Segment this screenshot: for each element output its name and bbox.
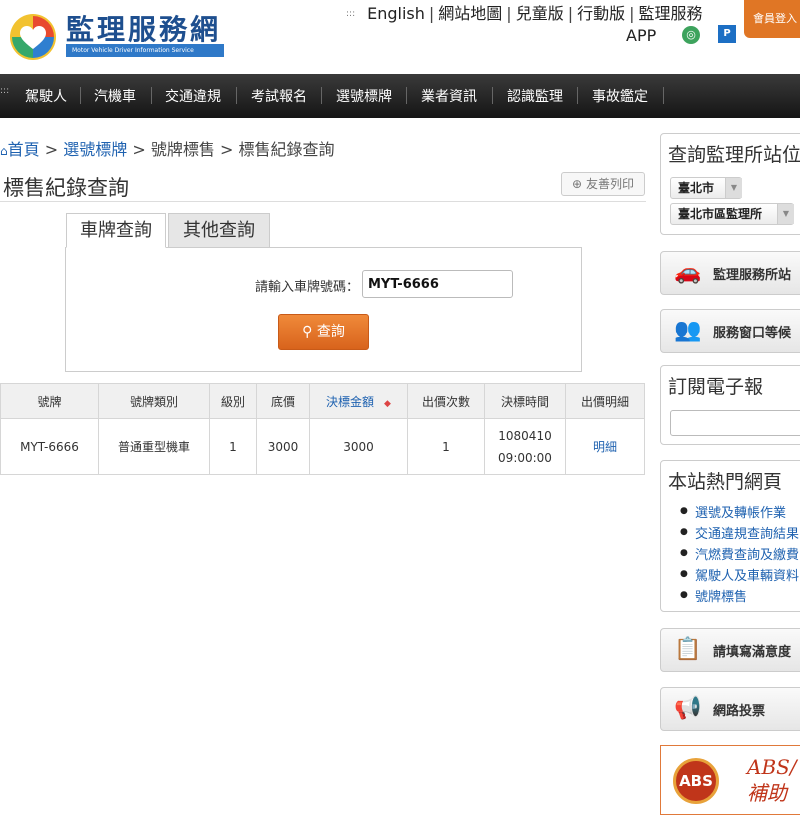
nav-item-drivers[interactable]: 駕駛人: [25, 86, 67, 106]
plate-number-input[interactable]: [362, 270, 513, 298]
print-icon: ⊕: [572, 177, 583, 191]
car-icon: 🚗: [674, 260, 702, 285]
cell-base-price: 3000: [256, 418, 310, 475]
cell-bid-count: 1: [407, 418, 485, 475]
hot-link-item[interactable]: 號牌標售: [680, 586, 799, 607]
col-bid-count: 出價次數: [407, 383, 485, 419]
cell-level: 1: [209, 418, 257, 475]
page-title: 標售紀錄查詢: [3, 176, 129, 200]
app-link[interactable]: APP: [626, 26, 656, 45]
col-winning-bid[interactable]: 決標金額 ◆: [309, 383, 408, 419]
service-station-button[interactable]: 🚗 監理服務所站: [660, 251, 800, 295]
nav-item-business[interactable]: 業者資訊: [421, 86, 477, 106]
abs-subsidy-banner[interactable]: ABS ABS/ 補助: [660, 745, 800, 815]
sort-icon[interactable]: ◆: [384, 399, 391, 409]
nav-item-exam[interactable]: 考試報名: [251, 86, 307, 106]
hot-link-item[interactable]: 汽燃費查詢及繳費: [680, 544, 799, 565]
home-icon[interactable]: ⌂: [0, 144, 8, 158]
nav-grip-icon: :::: [0, 86, 10, 96]
megaphone-icon: 📢: [674, 696, 702, 721]
abs-banner-text: ABS/ 補助: [747, 755, 797, 805]
member-login-button[interactable]: 會員登入: [744, 0, 800, 38]
site-header: 監理服務網 Motor Vehicle Driver Information S…: [0, 0, 800, 74]
cell-award-time: 1080410 09:00:00: [484, 418, 566, 475]
table-header-row: 號牌 號牌類別 級別 底價 決標金額 ◆ 出價次數 決標時間 出價明細: [0, 383, 645, 419]
nav-item-violations[interactable]: 交通違規: [165, 86, 221, 106]
py-pay-icon[interactable]: P: [718, 25, 736, 43]
toplinks-grip-icon: :::: [346, 9, 356, 19]
breadcrumb-home[interactable]: 首頁: [8, 140, 40, 159]
sitemap-link[interactable]: 網站地圖: [438, 4, 502, 23]
cell-detail: 明細: [565, 418, 645, 475]
col-base-price: 底價: [256, 383, 310, 419]
cell-plate: MYT-6666: [0, 418, 99, 475]
city-select[interactable]: 臺北市 ▼: [670, 177, 742, 199]
results-table: 號牌 號牌類別 級別 底價 決標金額 ◆ 出價次數 決標時間 出價明細 MYT-6…: [0, 383, 645, 475]
english-link[interactable]: English: [367, 4, 425, 23]
office-select[interactable]: 臺北市區監理所 ▼: [670, 203, 794, 225]
nav-item-accidents[interactable]: 事故鑑定: [592, 86, 648, 106]
hot-link-item[interactable]: 交通違規查詢結果: [680, 523, 799, 544]
hot-link-item[interactable]: 選號及轉帳作業: [680, 502, 799, 523]
newsletter-email-input[interactable]: [670, 410, 800, 436]
hot-link-item[interactable]: 駕駛人及車輛資料: [680, 565, 799, 586]
col-plate: 號牌: [0, 383, 99, 419]
title-divider: [0, 201, 646, 202]
breadcrumb-current: 標售紀錄查詢: [238, 140, 335, 159]
newsletter-title: 訂閱電子報: [668, 376, 764, 398]
table-row: MYT-6666 普通重型機車 1 3000 3000 1 1080410 09…: [0, 418, 645, 475]
cell-category: 普通重型機車: [98, 418, 210, 475]
site-name[interactable]: 監理服務網: [66, 8, 221, 48]
site-subtitle: Motor Vehicle Driver Information Service: [66, 44, 224, 57]
chevron-down-icon: ▼: [777, 204, 794, 224]
nav-item-about[interactable]: 認識監理: [507, 86, 563, 106]
friendly-print-button[interactable]: ⊕ 友善列印: [561, 172, 645, 196]
mobile-link[interactable]: 行動版: [577, 4, 625, 23]
tab-plate-query[interactable]: 車牌查詢: [66, 213, 166, 248]
online-vote-button[interactable]: 📢 網路投票: [660, 687, 800, 731]
queue-status-button[interactable]: 👥 服務窗口等候: [660, 309, 800, 353]
satisfaction-survey-button[interactable]: 📋 請填寫滿意度: [660, 628, 800, 672]
col-category: 號牌類別: [98, 383, 210, 419]
plate-input-label: 請輸入車牌號碼：: [255, 280, 360, 295]
chevron-down-icon: ▼: [725, 178, 742, 198]
top-links: ::: English | 網站地圖 | 兒童版 | 行動版 | 監理服務: [346, 4, 703, 23]
tab-other-query[interactable]: 其他查詢: [168, 213, 270, 248]
breadcrumb-plates[interactable]: 選號標牌: [63, 140, 127, 159]
cell-winning-bid: 3000: [309, 418, 408, 475]
main-nav: ::: 駕駛人 汽機車 交通違規 考試報名 選號標牌 業者資訊 認識監理 事故鑑…: [0, 74, 800, 118]
form-icon: 📋: [674, 637, 702, 662]
col-level: 級別: [209, 383, 257, 419]
search-panel: [65, 247, 582, 372]
nav-item-plates[interactable]: 選號標牌: [336, 86, 392, 106]
col-award-time: 決標時間: [484, 383, 566, 419]
breadcrumb: ⌂首頁 > 選號標牌 > 號牌標售 > 標售紀錄查詢: [0, 140, 335, 159]
globe-icon[interactable]: ◎: [682, 26, 700, 44]
search-icon: ⚲: [302, 324, 313, 340]
abs-badge-icon: ABS: [673, 758, 719, 804]
hot-pages-list: 選號及轉帳作業 交通違規查詢結果 汽燃費查詢及繳費 駕駛人及車輛資料 號牌標售: [680, 502, 799, 607]
people-icon: 👥: [674, 318, 702, 343]
station-query-title: 查詢監理所站位: [668, 144, 800, 166]
detail-link[interactable]: 明細: [593, 440, 617, 454]
service-link[interactable]: 監理服務: [639, 4, 703, 23]
kids-link[interactable]: 兒童版: [516, 4, 564, 23]
nav-item-vehicles[interactable]: 汽機車: [94, 86, 136, 106]
logo-heart-icon[interactable]: [8, 12, 58, 62]
breadcrumb-plate-sale[interactable]: 號牌標售: [151, 140, 215, 159]
col-detail: 出價明細: [565, 383, 645, 419]
hot-pages-title: 本站熱門網頁: [668, 471, 783, 493]
query-button[interactable]: ⚲ 查詢: [278, 314, 369, 350]
